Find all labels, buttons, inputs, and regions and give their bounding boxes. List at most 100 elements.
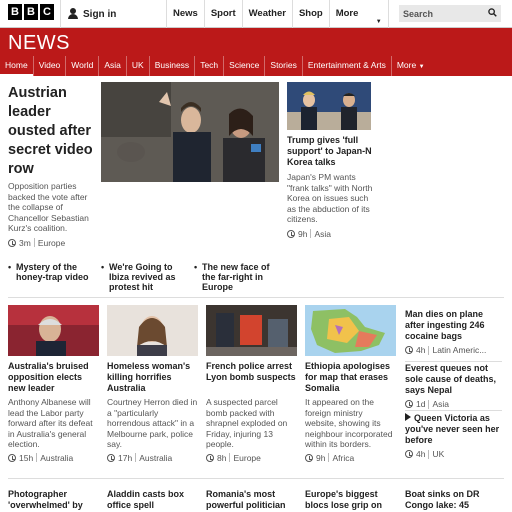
card-summary: A suspected parcel bomb packed with shra… — [206, 397, 297, 463]
bbc-logo[interactable]: B B C — [8, 4, 54, 20]
section-divider — [8, 297, 504, 298]
clock-icon — [206, 453, 214, 462]
card-photo-graphic — [107, 305, 198, 356]
card-summary-text: A suspected parcel bomb packed with shra… — [206, 397, 288, 449]
card-summary-text: Anthony Albanese will lead the Labor par… — [8, 397, 93, 449]
card-region[interactable]: Africa — [332, 453, 354, 464]
bottom-headline[interactable]: Romania's most powerful politician — [206, 489, 297, 511]
news-header: NEWS Home Video World Asia UK Business T… — [0, 28, 512, 77]
right-time: 1d — [416, 399, 426, 409]
card-meta: 9h Africa — [305, 453, 396, 464]
right-headline[interactable]: Everest queues not sole cause of deaths,… — [405, 363, 505, 396]
card-region[interactable]: Europe — [233, 453, 260, 464]
newsnav-home[interactable]: Home — [0, 56, 34, 77]
side-photo-graphic — [287, 82, 371, 130]
related-link[interactable]: Mystery of the honey-trap video — [8, 262, 96, 282]
bottom-headline[interactable]: Aladdin casts box office spell — [107, 489, 198, 511]
lead-image[interactable] — [101, 82, 279, 182]
related-link[interactable]: We're Going to Ibiza revived as protest … — [101, 262, 189, 292]
newsnav-science[interactable]: Science — [224, 56, 266, 76]
card-image[interactable] — [206, 305, 297, 356]
newsnav-world[interactable]: World — [66, 56, 100, 76]
side-summary-text: Japan's PM wants "frank talks" with Nort… — [287, 172, 373, 224]
clock-icon — [107, 453, 115, 462]
topnav-weather[interactable]: Weather — [241, 0, 292, 28]
newsnav-entertainment[interactable]: Entertainment & Arts — [303, 56, 392, 76]
related-link[interactable]: The new face of the far-right in Europe — [194, 262, 282, 292]
card-summary: Courtney Herron died in a "particularly … — [107, 397, 198, 463]
search-icon[interactable] — [488, 8, 497, 17]
bottom-headline[interactable]: Boat sinks on DR Congo lake: 45 — [405, 489, 505, 511]
card-headline[interactable]: French police arrest Lyon bomb suspects — [206, 361, 297, 383]
news-nav: Home Video World Asia UK Business Tech S… — [0, 56, 430, 77]
divider — [33, 238, 35, 248]
right-story: Man dies on plane after ingesting 246 co… — [405, 309, 505, 355]
clock-icon — [405, 450, 413, 458]
lead-meta: 3m Europe — [8, 238, 98, 249]
side-time: 9h — [298, 228, 308, 239]
card-meta: 15h Australia — [8, 453, 99, 464]
lead-summary-text: Opposition parties backed the vote after… — [8, 181, 89, 233]
divider — [36, 453, 38, 463]
lead-summary: Opposition parties backed the vote after… — [8, 181, 98, 248]
side-summary: Japan's PM wants "frank talks" with Nort… — [287, 172, 377, 239]
card-region[interactable]: Australia — [40, 453, 73, 464]
newsnav-stories[interactable]: Stories — [265, 56, 303, 76]
bottom-headline[interactable]: Europe's biggest blocs lose grip on — [305, 489, 396, 511]
topnav-sport[interactable]: Sport — [203, 0, 242, 28]
divider — [428, 345, 430, 355]
newsnav-asia[interactable]: Asia — [99, 56, 127, 76]
card-summary: It appeared on the foreign ministry webs… — [305, 397, 396, 463]
right-headline[interactable]: Man dies on plane after ingesting 246 co… — [405, 309, 505, 342]
topnav-more[interactable]: More ▼ — [328, 0, 389, 28]
right-region[interactable]: Latin Americ... — [432, 345, 486, 355]
card-time: 8h — [217, 452, 227, 463]
chevron-down-icon: ▼ — [418, 64, 425, 70]
newsnav-more[interactable]: More ▼ — [392, 56, 430, 76]
side-headline[interactable]: Trump gives 'full support' to Japan-N Ko… — [287, 135, 377, 168]
logo-letter-b2: B — [24, 4, 38, 20]
card-headline[interactable]: Homeless woman's killing horrifies Austr… — [107, 361, 198, 394]
clock-icon — [405, 400, 413, 408]
side-region[interactable]: Asia — [314, 229, 331, 240]
logo-letter-b1: B — [8, 4, 22, 20]
newsnav-business[interactable]: Business — [150, 56, 196, 76]
right-time: 4h — [416, 345, 426, 355]
right-region[interactable]: UK — [432, 449, 444, 459]
right-headline-video[interactable]: Queen Victoria as you've never seen her … — [405, 413, 505, 446]
right-divider — [405, 361, 502, 362]
side-image[interactable] — [287, 82, 371, 130]
sign-in-button[interactable]: Sign in — [60, 0, 165, 28]
card-headline[interactable]: Australia's bruised opposition elects ne… — [8, 361, 99, 394]
right-region[interactable]: Asia — [432, 399, 449, 409]
card-image[interactable] — [305, 305, 396, 356]
clock-icon — [287, 229, 295, 238]
card-image[interactable] — [107, 305, 198, 356]
topnav-news[interactable]: News — [166, 0, 204, 28]
lead-photo-graphic — [101, 82, 279, 182]
card-region[interactable]: Australia — [139, 453, 172, 464]
search-input[interactable]: Search — [399, 5, 501, 22]
card-photo-graphic — [8, 305, 99, 356]
clock-icon — [305, 453, 313, 462]
topnav-shop[interactable]: Shop — [291, 0, 329, 28]
lead-region[interactable]: Europe — [38, 238, 65, 249]
card-image[interactable] — [8, 305, 99, 356]
newsnav-tech[interactable]: Tech — [195, 56, 225, 76]
card-headline[interactable]: Ethiopia apologises for map that erases … — [305, 361, 396, 394]
card-summary-text: It appeared on the foreign ministry webs… — [305, 397, 393, 449]
lead-headline[interactable]: Austrian leader ousted after secret vide… — [8, 84, 94, 179]
top-bar: B B C Sign in News Sport Weather Shop Mo… — [0, 0, 512, 28]
right-headline: Queen Victoria as you've never seen her … — [405, 413, 500, 445]
divider — [328, 453, 330, 463]
newsnav-uk[interactable]: UK — [127, 56, 150, 76]
side-meta: 9h Asia — [287, 229, 377, 240]
divider — [310, 229, 312, 239]
card-time: 15h — [19, 452, 34, 463]
newsnav-video[interactable]: Video — [34, 56, 67, 76]
section-title[interactable]: NEWS — [8, 32, 70, 55]
divider — [428, 449, 430, 459]
top-nav: News Sport Weather Shop More ▼ — [166, 0, 389, 28]
bottom-headline[interactable]: Photographer 'overwhelmed' by — [8, 489, 99, 511]
divider — [135, 453, 137, 463]
